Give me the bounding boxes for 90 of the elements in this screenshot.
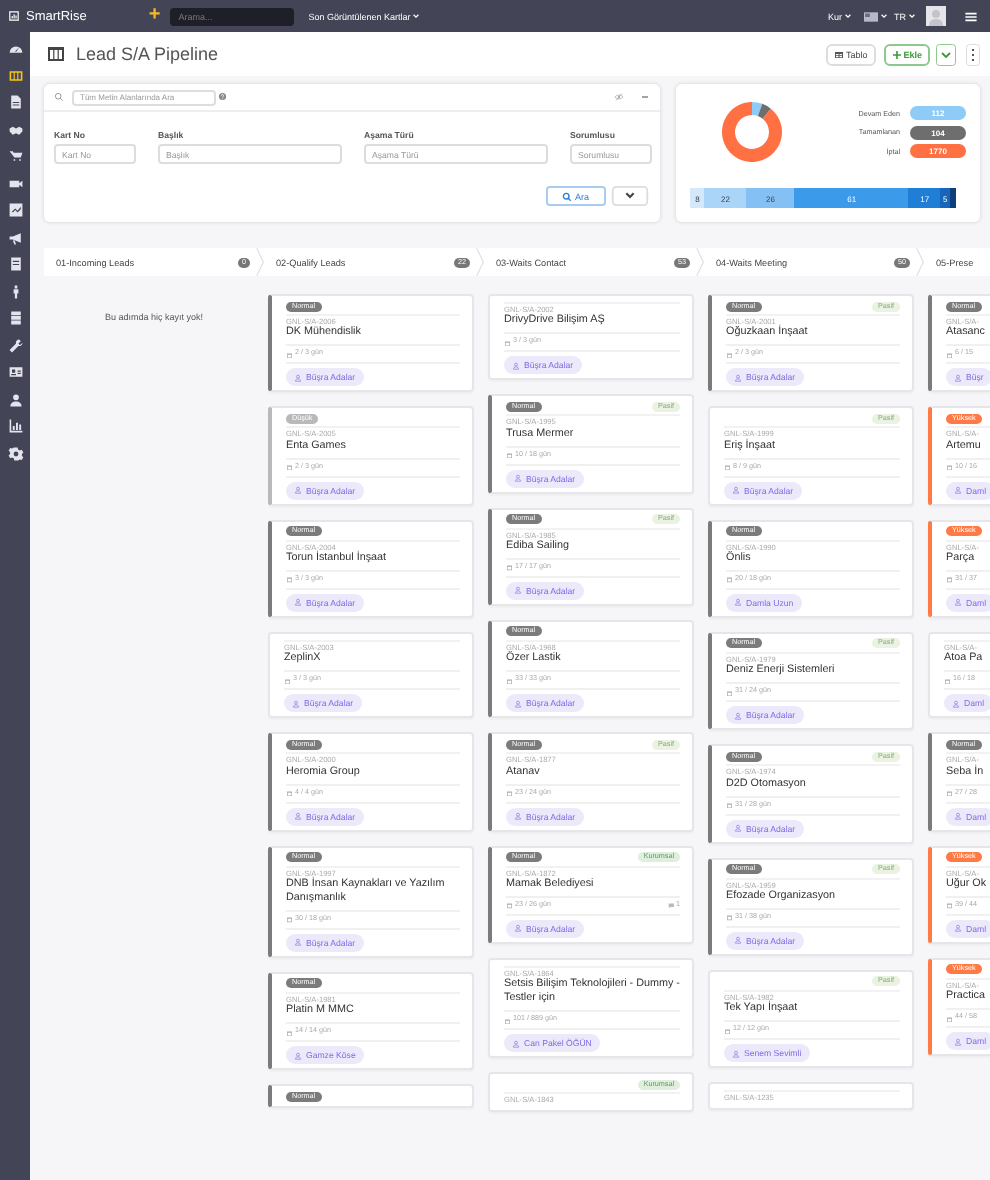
user-icon bbox=[954, 1037, 962, 1046]
user-icon bbox=[734, 598, 742, 607]
calendar-icon bbox=[506, 564, 513, 572]
calendar-icon bbox=[286, 1029, 293, 1037]
expand-button[interactable] bbox=[610, 186, 650, 206]
user-icon[interactable] bbox=[7, 391, 23, 407]
user-icon bbox=[292, 699, 300, 708]
calendar-icon bbox=[506, 677, 513, 685]
logo-icon bbox=[8, 10, 20, 22]
search-icon bbox=[562, 191, 573, 201]
calendar-icon bbox=[506, 451, 513, 459]
user-icon bbox=[734, 936, 742, 945]
board-icon bbox=[46, 44, 66, 64]
gauge-icon[interactable] bbox=[7, 40, 23, 56]
user-icon bbox=[734, 373, 742, 382]
user-icon bbox=[514, 474, 522, 483]
user-icon bbox=[512, 361, 520, 370]
calendar-icon bbox=[286, 351, 293, 359]
user-icon bbox=[514, 924, 522, 933]
user-icon bbox=[294, 598, 302, 607]
calendar-icon bbox=[726, 801, 733, 809]
calendar-icon bbox=[946, 351, 953, 359]
contact-card-icon[interactable] bbox=[7, 364, 23, 380]
calendar-icon bbox=[726, 689, 733, 697]
user-icon bbox=[512, 1039, 520, 1048]
calendar-icon bbox=[946, 902, 953, 910]
caret-icon bbox=[412, 12, 421, 20]
user-icon bbox=[954, 598, 962, 607]
more-options-button[interactable] bbox=[966, 43, 980, 65]
user-icon bbox=[952, 699, 960, 708]
user-icon bbox=[514, 699, 522, 708]
calendar-icon bbox=[946, 576, 953, 584]
video-camera-icon[interactable] bbox=[7, 175, 23, 191]
calendar-icon bbox=[286, 576, 293, 584]
calendar-icon bbox=[286, 916, 293, 924]
wrench-icon[interactable] bbox=[7, 337, 23, 353]
calendar-icon bbox=[506, 902, 513, 910]
handshake-icon[interactable] bbox=[7, 121, 23, 137]
calendar-icon bbox=[726, 351, 733, 359]
calendar-icon bbox=[944, 677, 951, 685]
cart-icon[interactable] bbox=[7, 148, 23, 164]
add-button[interactable]: + bbox=[148, 6, 161, 26]
document-icon[interactable] bbox=[7, 256, 23, 272]
caret-icon[interactable] bbox=[880, 12, 888, 20]
help-icon[interactable] bbox=[218, 92, 227, 102]
calendar-icon bbox=[286, 789, 293, 797]
checked-chart-icon[interactable] bbox=[7, 202, 23, 218]
user-icon bbox=[294, 938, 302, 947]
calendar-icon bbox=[946, 1015, 953, 1023]
calendar-icon bbox=[946, 463, 953, 471]
user-icon bbox=[514, 586, 522, 595]
calendar-icon bbox=[504, 339, 511, 347]
user-icon bbox=[294, 1051, 302, 1060]
user-icon bbox=[294, 486, 302, 495]
calendar-icon bbox=[726, 576, 733, 584]
list-icon[interactable] bbox=[7, 310, 23, 326]
calendar-icon bbox=[724, 463, 731, 471]
user-icon bbox=[954, 373, 962, 382]
caret-icon bbox=[908, 12, 916, 20]
board-icon[interactable] bbox=[7, 67, 23, 83]
menu-icon[interactable] bbox=[964, 9, 978, 23]
comment-icon bbox=[667, 902, 674, 910]
dropdown-button[interactable] bbox=[936, 43, 956, 65]
user-icon bbox=[734, 824, 742, 833]
calendar-icon bbox=[724, 1027, 731, 1035]
page-title: Lead S/A Pipeline bbox=[76, 44, 219, 64]
flag-icon[interactable] bbox=[864, 11, 878, 21]
user-icon bbox=[954, 486, 962, 495]
user-icon bbox=[734, 711, 742, 720]
bar-chart-icon[interactable] bbox=[7, 418, 23, 434]
search-icon bbox=[54, 92, 64, 102]
user-icon bbox=[294, 812, 302, 821]
calendar-icon bbox=[286, 463, 293, 471]
plus-icon bbox=[891, 49, 902, 59]
calendar-icon bbox=[504, 1017, 511, 1025]
settings-icon[interactable] bbox=[7, 445, 23, 461]
user-icon bbox=[732, 486, 740, 495]
calendar-icon bbox=[946, 789, 953, 797]
table-icon bbox=[833, 49, 844, 59]
user-icon bbox=[294, 373, 302, 382]
calendar-icon bbox=[284, 677, 291, 685]
user-icon bbox=[732, 1049, 740, 1058]
caret-icon bbox=[844, 12, 852, 20]
user-icon bbox=[954, 924, 962, 933]
user-icon bbox=[514, 812, 522, 821]
user-icon bbox=[954, 812, 962, 821]
document-icon[interactable] bbox=[7, 94, 23, 110]
calendar-icon bbox=[506, 789, 513, 797]
megaphone-icon[interactable] bbox=[7, 229, 23, 245]
calendar-icon bbox=[726, 914, 733, 922]
